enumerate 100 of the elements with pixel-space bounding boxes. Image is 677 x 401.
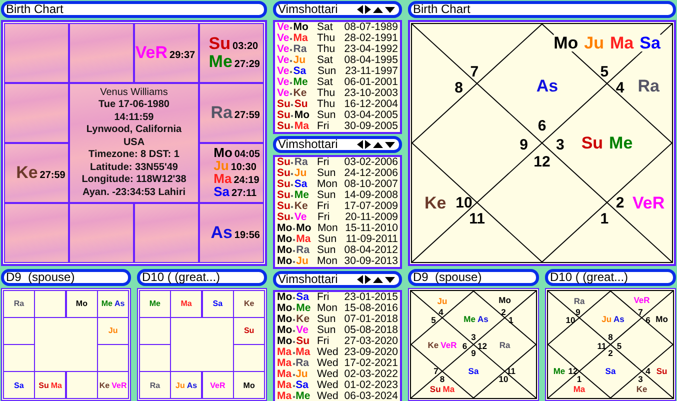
dasha-lord: Mo (277, 256, 292, 267)
weekday: Sun (316, 245, 337, 256)
up-icon[interactable] (373, 6, 383, 12)
planet-label: Mo (76, 299, 88, 308)
weekday: Mon (316, 256, 338, 267)
dasha-lord: Me (296, 391, 310, 401)
up-icon[interactable] (373, 276, 383, 282)
planet-label: Ju (176, 380, 185, 390)
planet-label: Ju (437, 296, 448, 305)
house-cell (5, 24, 68, 82)
planet-label: VeR (210, 380, 226, 390)
dasha-lord: Su (277, 99, 290, 110)
planet-label: Su (581, 134, 604, 152)
dasha-lord: Su (277, 212, 290, 223)
house-number: 11 (469, 210, 485, 228)
house-number: 4 (438, 307, 444, 318)
dasha-lord: Ve (294, 212, 307, 223)
start-date: 23-10-2003 (344, 88, 398, 99)
previous-icon[interactable] (357, 140, 363, 149)
planet-label: Ju (602, 314, 612, 324)
house-number: 11 (506, 366, 516, 376)
planet-label: Ke (99, 380, 110, 390)
previous-icon[interactable] (357, 275, 363, 284)
dasha-lord: Mo (277, 223, 292, 234)
dasha-lord: Ma (277, 347, 292, 358)
planet-degree: 27:59 (234, 110, 260, 122)
planet-label: Ra (210, 104, 232, 122)
planet-degree: 27:29 (234, 59, 260, 70)
planet-label: Mo (243, 380, 255, 390)
next-icon[interactable] (365, 140, 371, 149)
planet-label: Ma (610, 34, 634, 52)
planet-label: Sa (14, 380, 24, 390)
weekday: Wed (316, 391, 340, 401)
up-icon[interactable] (373, 142, 383, 148)
planet-label: Ke (244, 299, 254, 308)
planet-label: Me (553, 367, 566, 376)
dasha-lord: Ra (296, 358, 310, 369)
down-icon[interactable] (385, 142, 395, 148)
previous-icon[interactable] (357, 5, 363, 14)
planet-label: Ke (636, 385, 648, 394)
planet-degree: 29:37 (170, 50, 196, 62)
start-date: 23-01-2015 (344, 292, 398, 303)
dasha-lord: Su (277, 201, 290, 212)
next-icon[interactable] (365, 5, 371, 14)
dasha-lord: Ra (294, 157, 308, 168)
house-number: 1 (600, 210, 609, 228)
dasha-lord: Ve (277, 55, 290, 66)
house-number: 8 (440, 374, 445, 384)
down-icon[interactable] (385, 6, 395, 12)
dasha-lord: Ke (294, 201, 308, 212)
panel-title: Vimshottari (278, 139, 338, 150)
planet-label: Mo (554, 34, 578, 52)
planet-label: Me (609, 134, 633, 152)
start-date: 08-10-2007 (344, 179, 398, 190)
start-date: 05-08-2018 (344, 325, 398, 336)
weekday: Wed (316, 380, 340, 391)
dasha-lord: Ma (277, 369, 292, 380)
planet-label: Me (464, 314, 476, 324)
dasha-lord: Ju (294, 168, 307, 179)
dasha-lord: Mo (293, 22, 308, 33)
panel-title: Vimshottari (278, 4, 338, 15)
house-number: 9 (471, 348, 476, 358)
planet-degree: 10:30 (230, 162, 256, 173)
house-number: 10 (566, 314, 576, 325)
house-cell (134, 204, 198, 262)
weekday: Wed (316, 369, 340, 380)
weekday: Mon (316, 179, 338, 190)
start-date: 20-11-2009 (345, 212, 398, 223)
house-number: 11 (597, 340, 606, 351)
house-cell (70, 24, 134, 82)
house-number: 2 (501, 307, 506, 318)
next-icon[interactable] (365, 275, 371, 284)
dasha-lord: Me (294, 190, 310, 201)
start-date: 30-09-2005 (344, 121, 398, 132)
birth-detail: Timezone: 8 DST: 1 (88, 149, 180, 162)
planet-label: Su (208, 35, 231, 54)
dasha-lord: Sa (293, 66, 306, 77)
planet-label: As (614, 314, 624, 324)
weekday: Sun (316, 325, 337, 336)
weekday: Thu (316, 99, 336, 110)
dasha-lord: Ju (293, 55, 306, 66)
dasha-lord: Ma (294, 121, 310, 132)
down-icon[interactable] (385, 276, 395, 282)
planet-label: Mo (498, 295, 511, 304)
planet-degree: 03:20 (232, 41, 258, 52)
house-cell (5, 204, 68, 262)
dasha-lord: Ra (293, 44, 307, 55)
start-date: 16-12-2004 (344, 99, 398, 110)
birth-detail: USA (123, 136, 145, 149)
weekday: Fri (316, 292, 330, 303)
dasha-lord: Su (277, 168, 290, 179)
weekday: Fri (316, 336, 330, 347)
planet-label: Sa (214, 186, 230, 197)
panel-title: D10 ( (great...) (142, 272, 220, 283)
weekday: Thu (316, 44, 336, 55)
dasha-lord: Sa (296, 292, 310, 303)
planet-degree: 19:56 (234, 230, 260, 241)
planet-label: VeR (440, 340, 457, 349)
house-cell (70, 204, 134, 262)
house-number: 7 (470, 63, 479, 80)
